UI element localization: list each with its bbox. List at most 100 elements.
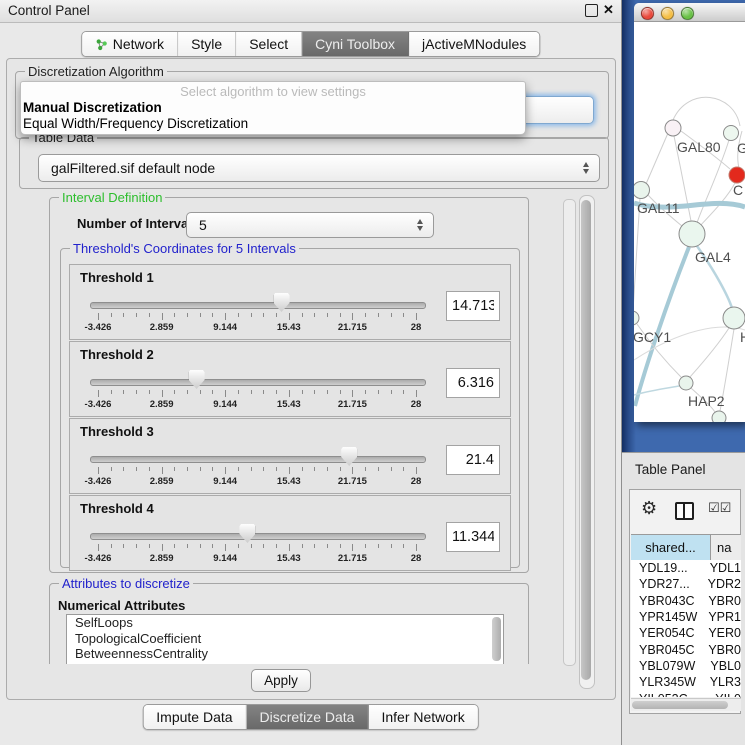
table-row[interactable]: YBR043CYBR0 (631, 593, 741, 609)
attribute-list-item[interactable]: BetweennessCentrality (67, 646, 503, 662)
cell-shared-name[interactable]: YDL19... (631, 561, 704, 575)
cell-shared-name[interactable]: YDR27... (631, 577, 702, 591)
network-edge[interactable] (673, 97, 740, 126)
table-row[interactable]: YPR145WYPR1 (631, 609, 741, 625)
table-row[interactable]: YIL052CYIL0 (631, 690, 741, 697)
tab-discretize-data[interactable]: Discretize Data (247, 705, 369, 729)
tab-impute-data[interactable]: Impute Data (143, 705, 246, 729)
list-scrollbar[interactable] (492, 617, 501, 661)
close-icon[interactable]: ✕ (603, 2, 614, 18)
slider-thumb[interactable] (239, 524, 255, 543)
attribute-list-item[interactable]: SelfLoops (67, 615, 503, 631)
table-data-value: galFiltered.sif default node (51, 160, 215, 176)
network-node[interactable] (665, 120, 681, 136)
cell-name[interactable]: YPR1 (702, 610, 741, 624)
tab-network[interactable]: Network (82, 32, 178, 56)
tab-infer-network[interactable]: Infer Network (368, 705, 477, 729)
network-node[interactable] (712, 411, 726, 422)
slider-track[interactable] (90, 302, 426, 309)
table-row[interactable]: YBR045CYBR0 (631, 641, 741, 657)
network-edge[interactable] (646, 133, 668, 184)
settings-gear-icon[interactable]: ⚙ (641, 498, 657, 519)
slider-track[interactable] (90, 379, 426, 386)
cell-name[interactable]: YIL0 (709, 692, 741, 697)
network-canvas[interactable]: GAL80GACGAL11GAL4GCY1HHAP2 (634, 21, 745, 422)
threshold-value-field[interactable] (446, 291, 500, 321)
network-node-label: GA (737, 140, 745, 156)
panel-scrollbar[interactable] (579, 195, 595, 689)
threshold-value-field[interactable] (446, 522, 500, 552)
zoom-traffic-light-icon[interactable] (681, 7, 694, 20)
column-header-name[interactable]: na (711, 535, 741, 560)
network-node[interactable] (634, 311, 639, 325)
apply-button[interactable]: Apply (251, 669, 311, 692)
column-split-icon[interactable] (675, 502, 694, 520)
table-row[interactable]: YLR345WYLR3 (631, 674, 741, 690)
cell-shared-name[interactable]: YLR345W (631, 675, 704, 689)
slider-tick (289, 467, 290, 474)
cell-name[interactable]: YBR0 (702, 643, 741, 657)
algorithm-option[interactable]: Equal Width/Frequency Discretization (21, 116, 525, 132)
algorithm-option[interactable]: Manual Discretization (21, 100, 525, 116)
tab-cyni-toolbox[interactable]: Cyni Toolbox (302, 32, 409, 56)
scrollbar-thumb[interactable] (632, 701, 728, 709)
slider-tick (162, 390, 163, 397)
cell-shared-name[interactable]: YBR043C (631, 594, 702, 608)
tab-jactivemnodules[interactable]: jActiveMNodules (409, 32, 539, 56)
cell-shared-name[interactable]: YER054C (631, 626, 702, 640)
table-horizontal-scrollbar[interactable] (631, 698, 741, 711)
attribute-list-item[interactable]: TopologicalCoefficient (67, 631, 503, 647)
slider-tick (416, 467, 417, 474)
column-header-shared-name[interactable]: shared... (631, 535, 711, 560)
tab-style[interactable]: Style (178, 32, 236, 56)
table-data-combobox[interactable]: galFiltered.sif default node (38, 154, 600, 182)
network-node[interactable] (724, 126, 739, 141)
slider-tick (212, 390, 213, 394)
table-row[interactable]: YDR27...YDR2 (631, 576, 741, 592)
slider-scale-label: -3.426 (85, 322, 112, 333)
tab-select[interactable]: Select (236, 32, 302, 56)
algorithm-prompt-item[interactable]: Select algorithm to view settings (21, 83, 525, 100)
cell-shared-name[interactable]: YBR045C (631, 643, 702, 657)
slider-track[interactable] (90, 533, 426, 540)
select-columns-icon[interactable]: ☑☑ (708, 501, 731, 516)
inner-scrollbar-track[interactable] (563, 199, 576, 666)
slider-tick (174, 544, 175, 548)
slider-scale-label: 21.715 (338, 553, 367, 564)
network-edge[interactable] (690, 328, 729, 377)
group-title: Attributes to discretize (59, 576, 193, 591)
table-row[interactable]: YER054CYER0 (631, 625, 741, 641)
cell-name[interactable]: YER0 (702, 626, 741, 640)
network-node[interactable] (723, 307, 745, 329)
cell-name[interactable]: YDR2 (702, 577, 741, 591)
cell-name[interactable]: YLR3 (704, 675, 741, 689)
cell-name[interactable]: YBR0 (702, 594, 741, 608)
threshold-value-field[interactable] (446, 445, 500, 475)
number-of-intervals-combobox[interactable]: 5 (186, 212, 434, 238)
slider-thumb[interactable] (274, 293, 290, 312)
slider-track[interactable] (90, 456, 426, 463)
cell-name[interactable]: YDL1 (704, 561, 741, 575)
threshold-value-field[interactable] (446, 368, 500, 398)
table-row[interactable]: YBL079WYBL0 (631, 658, 741, 674)
slider-thumb[interactable] (341, 447, 357, 466)
numerical-attributes-list[interactable]: SelfLoopsTopologicalCoefficientBetweenne… (66, 614, 504, 664)
slider-tick (352, 467, 353, 474)
slider-scale-label: 15.43 (277, 399, 301, 410)
cell-name[interactable]: YBL0 (704, 659, 741, 673)
slider-thumb[interactable] (189, 370, 205, 389)
close-traffic-light-icon[interactable] (641, 7, 654, 20)
network-node[interactable] (679, 221, 705, 247)
table-row[interactable]: YDL19...YDL1 (631, 560, 741, 576)
network-node[interactable] (634, 182, 650, 199)
network-node[interactable] (729, 167, 745, 183)
float-window-icon[interactable] (585, 4, 598, 17)
cell-shared-name[interactable]: YBL079W (631, 659, 704, 673)
cell-shared-name[interactable]: YPR145W (631, 610, 702, 624)
slider-tick (98, 467, 99, 474)
network-node[interactable] (679, 376, 693, 390)
slider-tick (187, 313, 188, 317)
scrollbar-thumb[interactable] (581, 200, 591, 680)
cell-shared-name[interactable]: YIL052C (631, 692, 709, 697)
minimize-traffic-light-icon[interactable] (661, 7, 674, 20)
